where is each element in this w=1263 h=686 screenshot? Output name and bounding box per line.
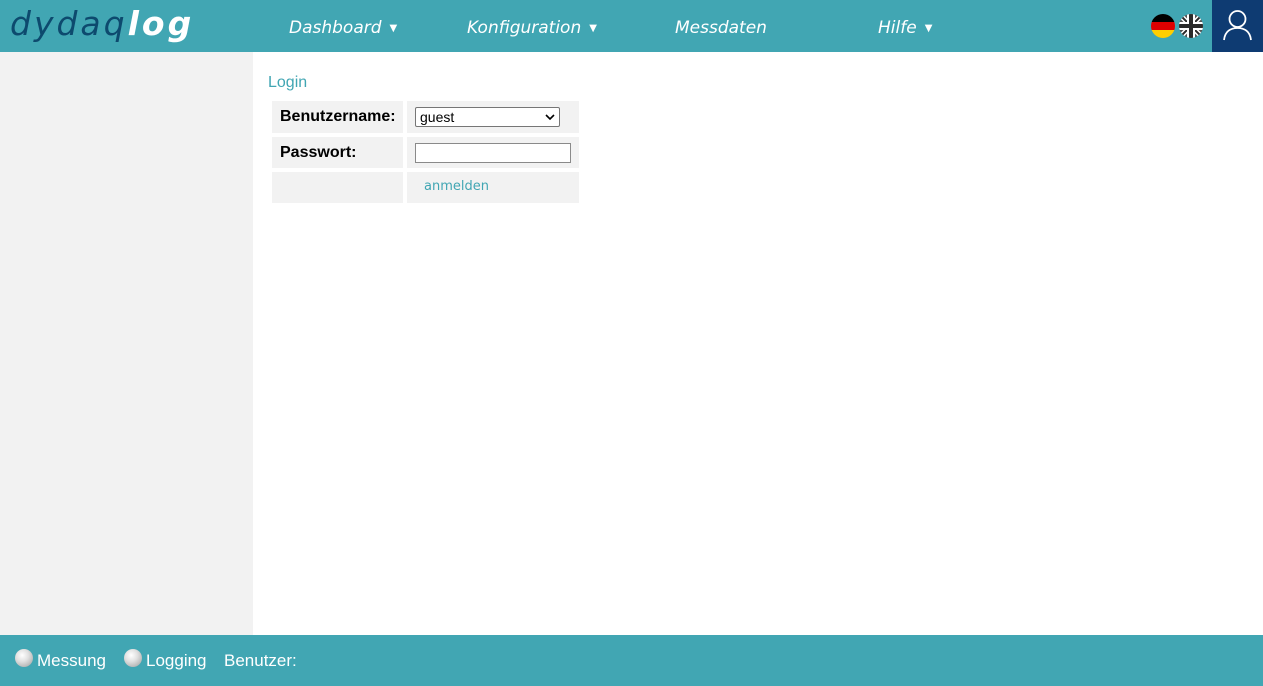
caret-down-icon: ▼ bbox=[389, 23, 398, 34]
nav-messdaten-label: Messdaten bbox=[675, 18, 767, 38]
nav-hilfe-label: Hilfe bbox=[878, 18, 917, 38]
password-field[interactable] bbox=[415, 143, 571, 163]
username-label: Benutzername: bbox=[280, 108, 396, 125]
caret-down-icon: ▼ bbox=[589, 23, 597, 34]
logging-status-led-icon bbox=[124, 649, 142, 667]
sidebar bbox=[0, 52, 253, 635]
username-select-value: guest bbox=[420, 109, 455, 125]
german-flag-icon[interactable] bbox=[1151, 14, 1175, 38]
password-label: Passwort: bbox=[280, 144, 357, 161]
nav-konfiguration-label: Konfiguration bbox=[467, 18, 582, 38]
nav-dashboard[interactable]: Dashboard ▼ bbox=[289, 0, 397, 52]
login-title: Login bbox=[268, 74, 308, 91]
nav-konfiguration[interactable]: Konfiguration ▼ bbox=[467, 0, 597, 52]
nav-dashboard-label: Dashboard bbox=[289, 18, 382, 38]
empty-cell bbox=[272, 172, 403, 203]
status-bar: Messung Logging Benutzer: bbox=[0, 635, 1263, 686]
benutzer-label: Benutzer: bbox=[224, 651, 297, 670]
logo-text-secondary: log bbox=[127, 4, 195, 43]
messung-label: Messung bbox=[37, 651, 106, 670]
logo-text-primary: dydaq bbox=[10, 4, 128, 43]
login-button[interactable]: anmelden bbox=[424, 179, 489, 194]
top-bar: dydaqlog Dashboard ▼ Konfiguration ▼ Messd… bbox=[0, 0, 1263, 52]
user-icon bbox=[1223, 10, 1252, 41]
nav-hilfe[interactable]: Hilfe ▼ bbox=[878, 0, 932, 52]
logo[interactable]: dydaqlog bbox=[10, 4, 194, 48]
chevron-down-icon bbox=[545, 114, 555, 121]
logging-label: Logging bbox=[146, 651, 207, 670]
caret-down-icon: ▼ bbox=[924, 23, 933, 34]
username-select[interactable]: guest bbox=[415, 107, 560, 127]
nav-messdaten[interactable]: Messdaten bbox=[675, 0, 767, 52]
user-button[interactable] bbox=[1212, 0, 1263, 52]
uk-flag-icon[interactable] bbox=[1179, 14, 1203, 38]
messung-status-led-icon bbox=[15, 649, 33, 667]
